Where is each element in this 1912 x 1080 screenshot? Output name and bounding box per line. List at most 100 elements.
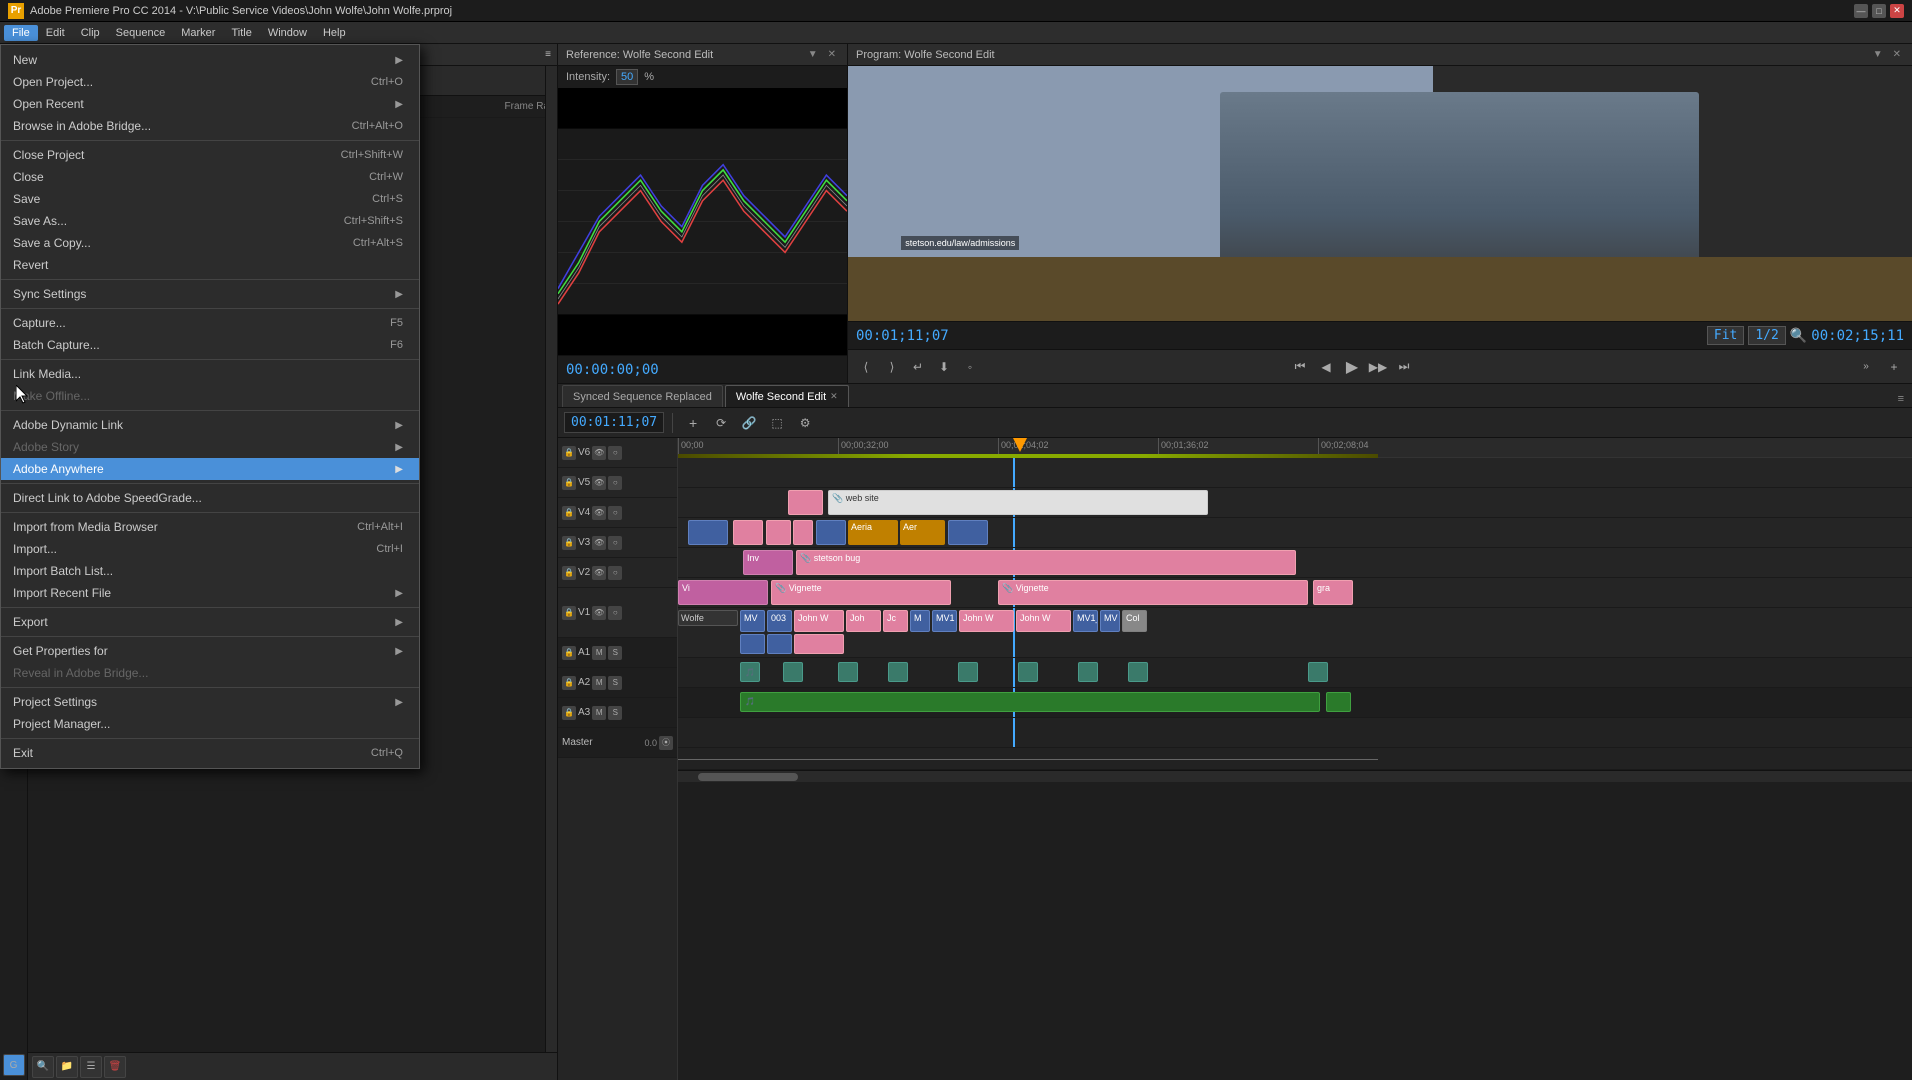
menu-item-browse-bridge[interactable]: Browse in Adobe Bridge... Ctrl+Alt+O: [1, 115, 419, 137]
timeline-settings[interactable]: ⚙: [793, 412, 817, 434]
clip-v4-aerial-1[interactable]: Aeria: [848, 520, 898, 545]
menu-item-project-manager[interactable]: Project Manager...: [1, 713, 419, 735]
track-s-a2[interactable]: S: [608, 676, 622, 690]
clip-v1-john4[interactable]: John W: [1016, 610, 1071, 632]
menu-item-revert[interactable]: Revert: [1, 254, 419, 276]
clip-v2-gra[interactable]: gra: [1313, 580, 1353, 605]
timeline-timecode[interactable]: 00:01:11;07: [564, 412, 664, 433]
menu-item-close-project[interactable]: Close Project Ctrl+Shift+W: [1, 144, 419, 166]
menu-title[interactable]: Title: [223, 25, 259, 41]
timeline-link[interactable]: 🔗: [737, 412, 761, 434]
delete-btn[interactable]: 🗑: [104, 1056, 126, 1078]
menu-item-link-media[interactable]: Link Media...: [1, 363, 419, 385]
tool-bottom[interactable]: G: [3, 1054, 25, 1076]
track-eye-v3[interactable]: 👁: [592, 536, 606, 550]
menu-item-save-copy[interactable]: Save a Copy... Ctrl+Alt+S: [1, 232, 419, 254]
menu-item-import[interactable]: Import... Ctrl+I: [1, 538, 419, 560]
program-ctrl-add[interactable]: +: [1882, 356, 1906, 378]
clip-v4-6[interactable]: [948, 520, 988, 545]
clip-v1-m[interactable]: M: [910, 610, 930, 632]
clip-v1-thumb3[interactable]: [794, 634, 844, 654]
track-lock-a1[interactable]: 🔒: [562, 646, 576, 660]
track-lock-v5[interactable]: 🔒: [562, 476, 576, 490]
tab-synced-sequence[interactable]: Synced Sequence Replaced: [562, 385, 723, 407]
track-eye-v6[interactable]: 👁: [592, 446, 606, 460]
menu-clip[interactable]: Clip: [73, 25, 108, 41]
menu-item-close[interactable]: Close Ctrl+W: [1, 166, 419, 188]
audio-clip-a2-main[interactable]: 🎵: [740, 692, 1320, 712]
timeline-nest[interactable]: ⬚: [765, 412, 789, 434]
clip-v5-small[interactable]: [788, 490, 823, 515]
track-lock-v3[interactable]: 🔒: [562, 536, 576, 550]
audio-clip-a1-5[interactable]: [958, 662, 978, 682]
timeline-add-marker[interactable]: +: [681, 412, 705, 434]
reference-panel-menu[interactable]: ▼: [805, 48, 821, 61]
program-ctrl-more[interactable]: »: [1854, 356, 1878, 378]
program-ctrl-step-back[interactable]: ⏮: [1288, 356, 1312, 378]
list-btn[interactable]: ☰: [80, 1056, 102, 1078]
clip-wolfe-label[interactable]: Wolfe: [678, 610, 738, 626]
timeline-scrollbar[interactable]: [678, 770, 1912, 782]
track-mute-v6[interactable]: ○: [608, 446, 622, 460]
timeline-sync[interactable]: ⟳: [709, 412, 733, 434]
menu-item-open-recent[interactable]: Open Recent ▶: [1, 93, 419, 115]
clip-v1-mv1[interactable]: MV: [740, 610, 765, 632]
menu-edit[interactable]: Edit: [38, 25, 73, 41]
track-eye-v5[interactable]: 👁: [592, 476, 606, 490]
track-master-btn[interactable]: ⦿: [659, 736, 673, 750]
track-eye-v2[interactable]: 👁: [592, 566, 606, 580]
track-lock-a3[interactable]: 🔒: [562, 706, 576, 720]
track-m-a1[interactable]: M: [592, 646, 606, 660]
program-ctrl-mark-in[interactable]: ⟨: [854, 356, 878, 378]
menu-item-adobe-anywhere[interactable]: Adobe Anywhere ▶: [1, 458, 419, 480]
track-lock-v6[interactable]: 🔒: [562, 446, 576, 460]
menu-item-batch-capture[interactable]: Batch Capture... F6: [1, 334, 419, 356]
clip-v1-col[interactable]: Col: [1122, 610, 1147, 632]
menu-item-new[interactable]: New ▶: [1, 49, 419, 71]
menu-item-sync-settings[interactable]: Sync Settings ▶: [1, 283, 419, 305]
program-ctrl-play[interactable]: ▶: [1340, 356, 1364, 378]
program-ctrl-mark-out[interactable]: ⟩: [880, 356, 904, 378]
program-ctrl-play-back[interactable]: ◀: [1314, 356, 1338, 378]
clip-v1-thumb2[interactable]: [767, 634, 792, 654]
audio-clip-a1-4[interactable]: [888, 662, 908, 682]
clip-v1-003[interactable]: 003: [767, 610, 792, 632]
audio-clip-a1-8[interactable]: [1128, 662, 1148, 682]
scrollbar-thumb[interactable]: [698, 773, 798, 781]
scrollbar-vertical[interactable]: [545, 66, 557, 1052]
clip-v1-jc[interactable]: Jc: [883, 610, 908, 632]
track-mute-v2[interactable]: ○: [608, 566, 622, 580]
program-ctrl-overwrite[interactable]: ⬇: [932, 356, 956, 378]
menu-file[interactable]: File: [4, 25, 38, 41]
clip-v3-inv[interactable]: Inv: [743, 550, 793, 575]
menu-help[interactable]: Help: [315, 25, 354, 41]
audio-clip-a1-2[interactable]: [783, 662, 803, 682]
menu-item-capture[interactable]: Capture... F5: [1, 312, 419, 334]
menu-item-dynamic-link[interactable]: Adobe Dynamic Link ▶: [1, 414, 419, 436]
track-mute-v4[interactable]: ○: [608, 506, 622, 520]
clip-website[interactable]: 📎 web site: [828, 490, 1208, 515]
clip-v1-john1[interactable]: John W: [794, 610, 844, 632]
menu-window[interactable]: Window: [260, 25, 315, 41]
zoom-icon[interactable]: 🔍: [1790, 328, 1807, 344]
menu-item-project-settings[interactable]: Project Settings ▶: [1, 691, 419, 713]
clip-v2-vi-pre[interactable]: Vi: [678, 580, 768, 605]
program-panel-menu[interactable]: ▼: [1870, 48, 1886, 61]
clip-v1-mv4[interactable]: MV: [1100, 610, 1120, 632]
clip-v1-thumb1[interactable]: [740, 634, 765, 654]
menu-item-import-media-browser[interactable]: Import from Media Browser Ctrl+Alt+I: [1, 516, 419, 538]
audio-clip-a1-6[interactable]: [1018, 662, 1038, 682]
clip-stetson-bug[interactable]: 📎 stetson bug: [796, 550, 1296, 575]
timeline-panel-menu[interactable]: ≡: [1894, 391, 1908, 407]
intensity-value[interactable]: 50: [616, 69, 638, 85]
clip-v4-5[interactable]: [816, 520, 846, 545]
ratio-label[interactable]: 1/2: [1748, 326, 1785, 345]
clip-v1-john2[interactable]: Joh: [846, 610, 881, 632]
clip-v4-1[interactable]: [688, 520, 728, 545]
folder-btn[interactable]: 📁: [56, 1056, 78, 1078]
clip-v4-3[interactable]: [766, 520, 791, 545]
program-panel-close[interactable]: ✕: [1890, 48, 1904, 61]
audio-clip-a1-9[interactable]: [1308, 662, 1328, 682]
track-m-a3[interactable]: M: [592, 706, 606, 720]
clip-vignette-2[interactable]: 📎 Vignette: [998, 580, 1308, 605]
